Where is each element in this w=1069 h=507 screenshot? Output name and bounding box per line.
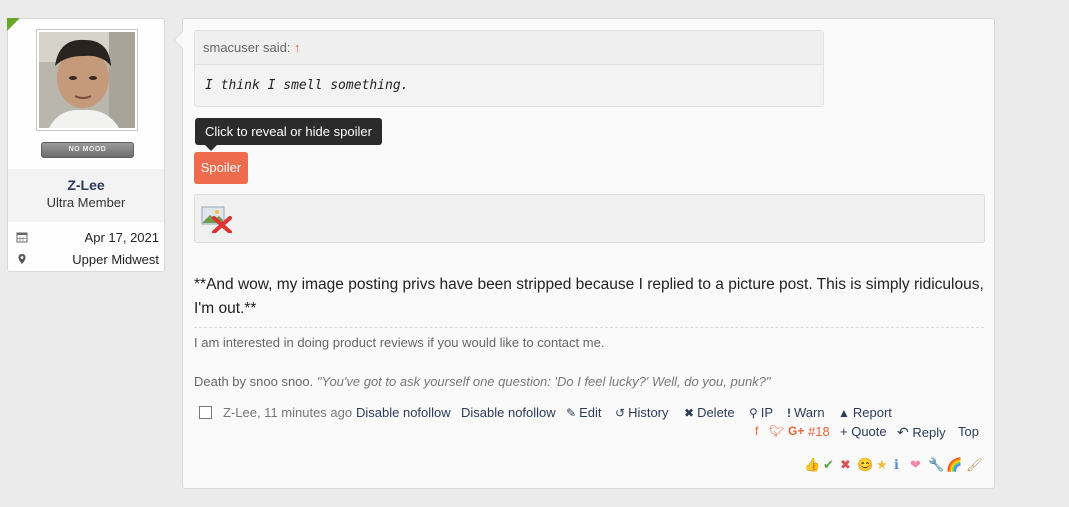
location-row: Upper Midwest (8, 250, 164, 270)
winner-icon[interactable]: ★ (876, 457, 888, 473)
post-controls-secondary: f 🐦︎ G+ #18 + Quote ↶ Reply Top (755, 424, 985, 442)
reply-icon: ↶ (897, 424, 909, 440)
informative-icon[interactable]: ℹ (894, 457, 899, 473)
delete-icon: ✖ (684, 406, 695, 420)
funny-icon[interactable]: 😊 (857, 457, 873, 473)
top-link[interactable]: Top (958, 424, 979, 439)
image-container (194, 194, 985, 243)
love-icon[interactable]: ❤ (910, 457, 921, 473)
search-icon: ⚲ (749, 406, 758, 420)
quote-text: I think I smell something. (205, 78, 409, 93)
broken-image-icon[interactable] (201, 206, 233, 233)
post-body: **And wow, my image posting privs have b… (194, 276, 984, 317)
warning-exclamation-icon: ! (787, 406, 791, 420)
online-indicator (7, 18, 20, 31)
user-name-block: Z-Lee Ultra Member (8, 169, 164, 222)
post-message: smacuser said: ↑ I think I smell somethi… (174, 18, 995, 489)
history-button[interactable]: ↺ History (615, 405, 669, 420)
warn-button[interactable]: ! Warn (787, 405, 825, 420)
history-icon: ↺ (615, 406, 626, 420)
signature-prefix: Death by snoo snoo. (194, 374, 314, 389)
disable-nofollow-link-2[interactable]: Disable nofollow (461, 405, 556, 420)
user-info-panel: NO MOOD Z-Lee Ultra Member Apr 17, 2021 … (7, 18, 165, 272)
avatar-image (39, 32, 135, 128)
edit-button[interactable]: ✎ Edit (566, 405, 601, 420)
agree-icon[interactable]: ✔ (823, 457, 834, 473)
quote-block: smacuser said: ↑ I think I smell somethi… (194, 30, 824, 107)
spoiler-button[interactable]: Spoiler (194, 152, 248, 184)
alert-triangle-icon: ▲ (838, 406, 850, 420)
join-date-row: Apr 17, 2021 (8, 228, 164, 248)
like-icon[interactable]: 👍 (804, 457, 820, 473)
calendar-icon (16, 231, 28, 243)
user-title: Ultra Member (46, 195, 126, 210)
quote-header: smacuser said: ↑ (195, 31, 823, 65)
report-button[interactable]: ▲ Report (838, 405, 892, 420)
pencil-icon: ✎ (566, 406, 577, 420)
google-plus-share-icon[interactable]: G+ (788, 424, 804, 438)
ip-button[interactable]: ⚲ IP (749, 405, 773, 420)
useful-icon[interactable]: 🔧 (928, 457, 944, 473)
disagree-icon[interactable]: ✖ (840, 457, 851, 473)
creative-icon[interactable]: 🖌 (966, 457, 983, 473)
username[interactable]: Z-Lee (8, 177, 164, 193)
disable-nofollow-link-1[interactable]: Disable nofollow (356, 405, 451, 420)
quote-jump-icon[interactable]: ↑ (294, 40, 301, 55)
avatar[interactable] (36, 29, 138, 131)
signature-line-2: Death by snoo snoo. "You've got to ask y… (194, 374, 771, 389)
twitter-share-icon[interactable]: 🐦︎ (769, 424, 784, 438)
reply-button[interactable]: ↶ Reply (897, 424, 946, 441)
join-date: Apr 17, 2021 (84, 230, 159, 245)
rainbow-icon[interactable]: 🌈 (946, 457, 962, 473)
map-marker-icon (16, 253, 28, 265)
quote-button[interactable]: + Quote (840, 424, 887, 439)
signature-quote: "You've got to ask yourself one question… (316, 374, 771, 389)
mood-badge[interactable]: NO MOOD (41, 142, 134, 158)
post-number-link[interactable]: #18 (808, 424, 830, 439)
signature-line-1: I am interested in doing product reviews… (194, 335, 605, 350)
select-post-checkbox[interactable] (199, 406, 212, 419)
signature-divider (194, 327, 984, 328)
post-meta[interactable]: Z-Lee, 11 minutes ago (223, 405, 352, 420)
delete-button[interactable]: ✖ Delete (684, 405, 735, 420)
quote-author[interactable]: smacuser said: (203, 40, 290, 55)
message-arrow (174, 31, 183, 49)
facebook-share-icon[interactable]: f (755, 424, 758, 438)
location[interactable]: Upper Midwest (72, 252, 159, 267)
spoiler-tooltip: Click to reveal or hide spoiler (195, 118, 382, 151)
